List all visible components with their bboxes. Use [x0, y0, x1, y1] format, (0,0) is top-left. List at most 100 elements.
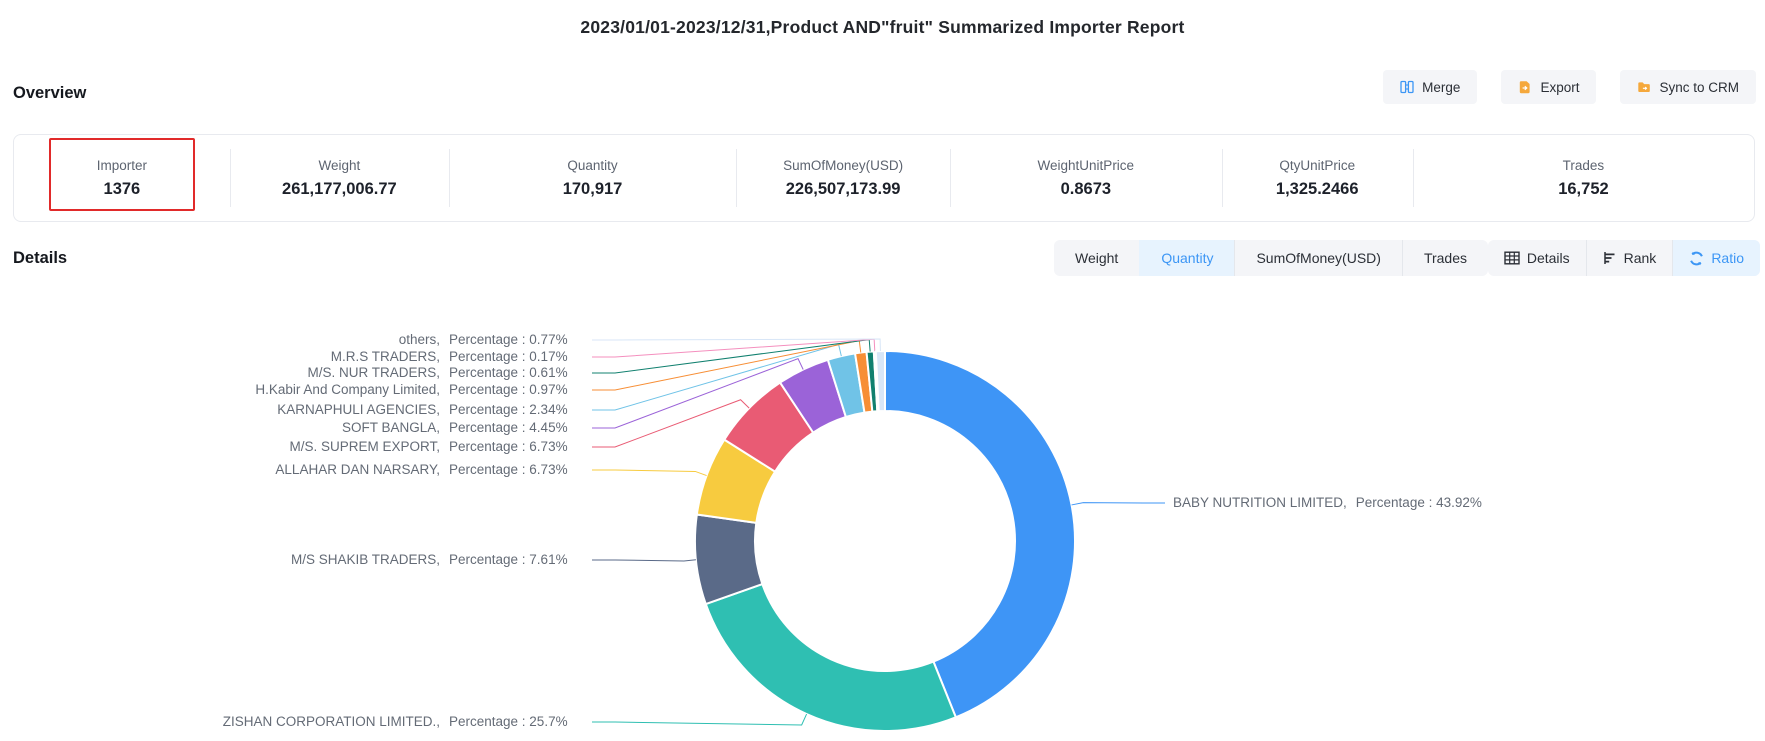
donut-slice[interactable]: [874, 351, 879, 411]
chart-label: ALLAHAR DAN NARSARY, Percentage : 6.73%: [140, 460, 568, 480]
sync-to-crm-button-label: Sync to CRM: [1659, 80, 1739, 95]
chart-label: H.Kabir And Company Limited,Percentage :…: [140, 380, 568, 400]
sync-to-crm-button[interactable]: Sync to CRM: [1620, 70, 1756, 104]
leader-line: [592, 344, 841, 410]
chart-label-name: KARNAPHULI AGENCIES,: [140, 400, 440, 420]
chart-label-name: ZISHAN CORPORATION LIMITED.,: [140, 712, 440, 732]
stat-value: 170,917: [563, 180, 623, 199]
leader-line: [592, 400, 749, 447]
chart-label-name: BABY NUTRITION LIMITED,: [1173, 493, 1347, 513]
donut-slice[interactable]: [697, 440, 775, 523]
details-view-label: Details: [1527, 250, 1570, 266]
rank-view-label: Rank: [1624, 250, 1657, 266]
merge-cells-icon: [1400, 80, 1414, 94]
folder-sync-icon: [1637, 80, 1651, 94]
top-actions: Merge Export Sync to CRM: [1383, 70, 1756, 104]
overview-heading: Overview: [13, 84, 86, 103]
chart-label-name: others,: [140, 330, 440, 350]
stat-value: 1,325.2466: [1276, 180, 1359, 199]
stat-item: WeightUnitPrice 0.8673: [950, 135, 1221, 221]
stat-label: Quantity: [567, 158, 617, 173]
chart-label-percentage: Percentage : 7.61%: [449, 550, 568, 570]
chart-label: others, Percentage : 0.77%: [140, 330, 568, 350]
chart-label-percentage: Percentage : 2.34%: [449, 400, 568, 420]
overview-stats-card: Importer 1376 Weight 261,177,006.77 Quantity…: [13, 134, 1755, 222]
details-view-button[interactable]: Details: [1488, 240, 1586, 276]
tab-weight[interactable]: Weight: [1054, 240, 1139, 276]
chart-label: M/S SHAKIB TRADERS, Percentage : 7.61%: [140, 550, 568, 570]
donut-slice[interactable]: [855, 352, 872, 413]
stat-item: QtyUnitPrice 1,325.2466: [1222, 135, 1413, 221]
stat-item: Weight 261,177,006.77: [230, 135, 449, 221]
chart-label-name: M.R.S TRADERS,: [140, 347, 440, 367]
measure-tabs: WeightQuantitySumOfMoney(USD)Trades: [1054, 240, 1488, 276]
ratio-view-button[interactable]: Ratio: [1672, 240, 1760, 276]
leader-line: [592, 339, 875, 357]
chart-label-percentage: Percentage : 0.17%: [449, 347, 568, 367]
view-tabs: Details Rank Ratio: [1488, 240, 1760, 276]
donut-slice[interactable]: [828, 353, 865, 417]
stat-label: QtyUnitPrice: [1279, 158, 1355, 173]
donut-slice[interactable]: [867, 351, 878, 411]
donut-slice[interactable]: [724, 383, 813, 472]
merge-button[interactable]: Merge: [1383, 70, 1477, 104]
chart-label-name: ALLAHAR DAN NARSARY,: [140, 460, 440, 480]
chart-label: M.R.S TRADERS, Percentage : 0.17%: [140, 347, 568, 367]
donut-slice[interactable]: [885, 351, 1075, 717]
chart-label-name: M/S. SUPREM EXPORT,: [140, 437, 440, 457]
stat-item: Quantity 170,917: [449, 135, 736, 221]
stat-label: Weight: [318, 158, 360, 173]
details-heading: Details: [13, 249, 67, 268]
rank-icon: [1603, 251, 1617, 265]
leader-line: [592, 340, 870, 373]
leader-line: [592, 341, 861, 390]
rank-view-button[interactable]: Rank: [1586, 240, 1673, 276]
chart-label: SOFT BANGLA, Percentage : 4.45%: [140, 418, 568, 438]
stat-value: 261,177,006.77: [282, 180, 397, 199]
chart-label-percentage: Percentage : 6.73%: [449, 460, 568, 480]
chart-label: KARNAPHULI AGENCIES, Percentage : 2.34%: [140, 400, 568, 420]
leader-line: [592, 339, 880, 351]
stat-label: Importer: [97, 158, 147, 173]
chart-label-name: SOFT BANGLA,: [140, 418, 440, 438]
chart-label: BABY NUTRITION LIMITED, Percentage : 43.9…: [1173, 493, 1482, 513]
stat-label: WeightUnitPrice: [1038, 158, 1135, 173]
donut-slice[interactable]: [706, 584, 956, 731]
donut-slice[interactable]: [695, 514, 762, 604]
chart-label-percentage: Percentage : 6.73%: [449, 437, 568, 457]
tab-trades[interactable]: Trades: [1402, 240, 1488, 276]
stat-item: Importer 1376: [14, 135, 230, 221]
chart-label-percentage: Percentage : 25.7%: [449, 712, 568, 732]
stat-value: 1376: [104, 180, 141, 199]
chart-label: M/S. SUPREM EXPORT, Percentage : 6.73%: [140, 437, 568, 457]
tab-sumofmoney-usd-[interactable]: SumOfMoney(USD): [1234, 240, 1401, 276]
donut-slice[interactable]: [780, 360, 846, 433]
chart-label-percentage: Percentage : 4.45%: [449, 418, 568, 438]
leader-line: [1072, 503, 1165, 505]
donut-slice[interactable]: [876, 351, 885, 411]
leader-line: [592, 470, 707, 476]
chart-label: ZISHAN CORPORATION LIMITED., Percentage :…: [140, 712, 568, 732]
export-file-icon: [1518, 80, 1532, 94]
stat-item: SumOfMoney(USD) 226,507,173.99: [736, 135, 950, 221]
tab-quantity[interactable]: Quantity: [1139, 240, 1234, 276]
stat-value: 16,752: [1558, 180, 1608, 199]
chart-label-percentage: Percentage : 0.77%: [449, 330, 568, 350]
chart-label-name: H.Kabir And Company Limited,: [140, 380, 440, 400]
ratio-icon: [1689, 251, 1704, 266]
chart-label-name: M/S SHAKIB TRADERS,: [140, 550, 440, 570]
table-icon: [1504, 251, 1520, 265]
leader-line: [592, 714, 807, 725]
ratio-view-label: Ratio: [1711, 250, 1744, 266]
stat-value: 226,507,173.99: [786, 180, 901, 199]
leader-line: [592, 560, 696, 561]
chart-label-percentage: Percentage : 43.92%: [1356, 493, 1482, 513]
merge-button-label: Merge: [1422, 80, 1460, 95]
stat-value: 0.8673: [1061, 180, 1111, 199]
stat-label: SumOfMoney(USD): [783, 158, 903, 173]
importer-highlight-box: [49, 138, 195, 211]
report-page: 2023/01/01-2023/12/31,Product AND"fruit"…: [0, 0, 1765, 741]
export-button[interactable]: Export: [1501, 70, 1596, 104]
export-button-label: Export: [1540, 80, 1579, 95]
stat-label: Trades: [1563, 158, 1605, 173]
